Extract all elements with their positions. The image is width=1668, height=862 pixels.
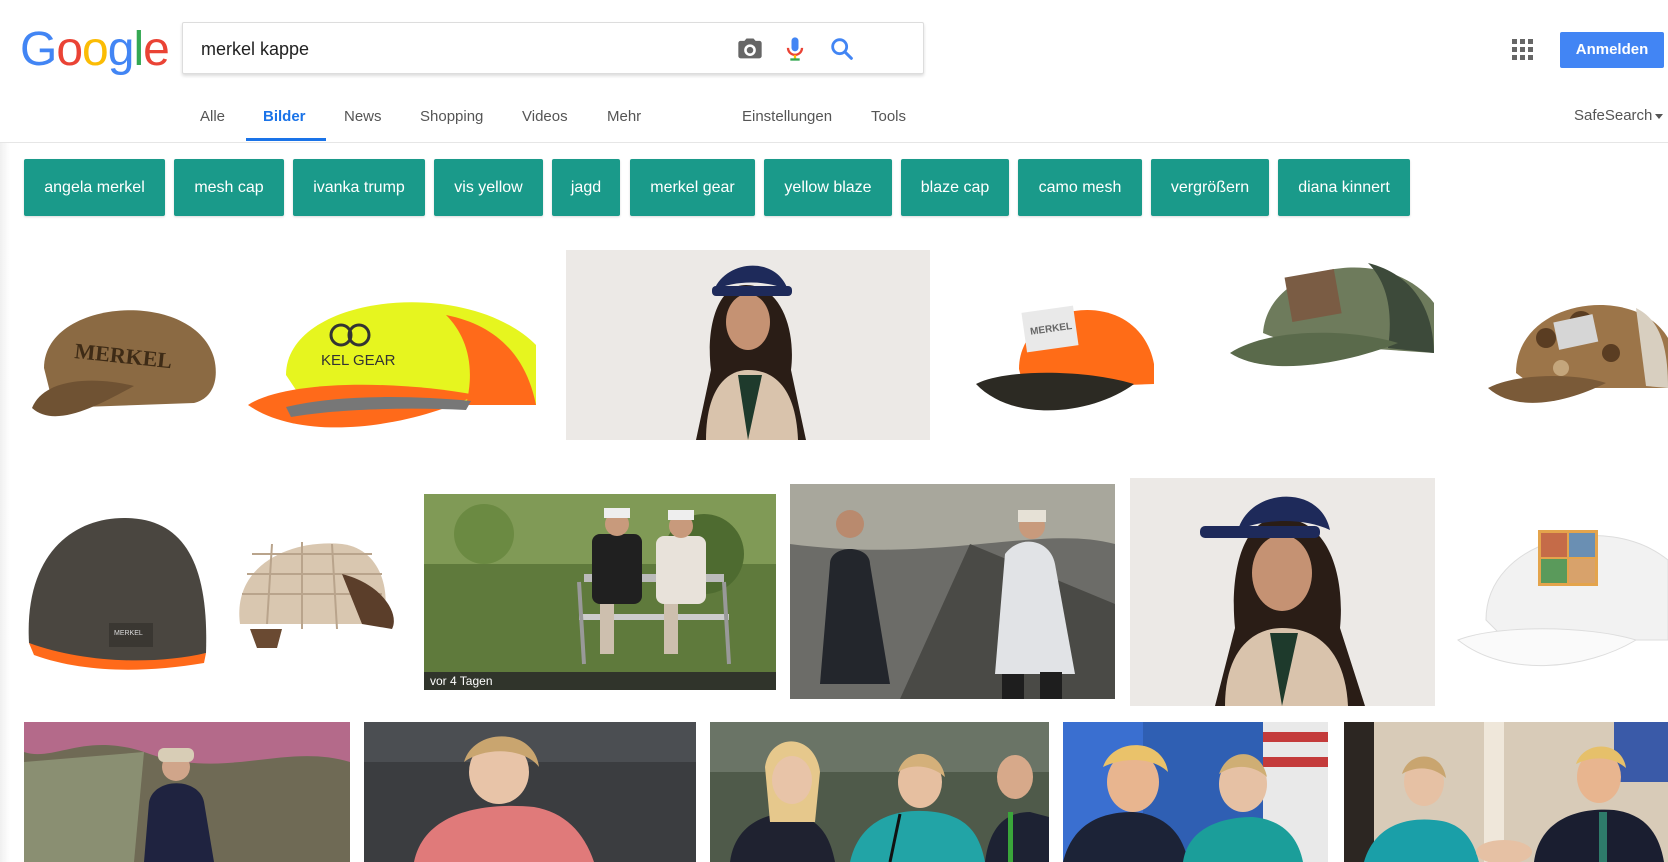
chip-yellow-blaze[interactable]: yellow blaze — [764, 159, 892, 216]
result-image[interactable]: MERKEL — [974, 274, 1162, 424]
chip-jagd[interactable]: jagd — [552, 159, 620, 216]
search-icon[interactable] — [828, 35, 856, 63]
tab-einstellungen[interactable]: Einstellungen — [742, 108, 832, 125]
svg-text:KEL GEAR: KEL GEAR — [321, 352, 396, 369]
tab-bilder[interactable]: Bilder — [263, 108, 306, 125]
chip-vergroessern[interactable]: vergrößern — [1151, 159, 1269, 216]
result-image[interactable] — [566, 250, 930, 440]
microphone-icon[interactable] — [781, 35, 809, 63]
result-image[interactable]: MERKEL — [24, 513, 210, 670]
apps-grid-icon[interactable] — [1512, 39, 1534, 61]
search-input[interactable] — [199, 23, 743, 75]
tab-news[interactable]: News — [344, 108, 382, 125]
tab-videos[interactable]: Videos — [522, 108, 568, 125]
chip-mesh-cap[interactable]: mesh cap — [174, 159, 284, 216]
google-logo[interactable]: Google — [20, 22, 170, 78]
result-time-badge: vor 4 Tagen — [424, 672, 776, 690]
result-image[interactable] — [232, 534, 400, 648]
tab-mehr[interactable]: Mehr — [607, 108, 641, 125]
chip-angela-merkel[interactable]: angela merkel — [24, 159, 165, 216]
chip-vis-yellow[interactable]: vis yellow — [434, 159, 543, 216]
signin-button[interactable]: Anmelden — [1560, 32, 1664, 68]
chip-blaze-cap[interactable]: blaze cap — [901, 159, 1009, 216]
result-image[interactable] — [790, 484, 1115, 699]
result-image[interactable] — [1130, 478, 1435, 706]
result-image[interactable] — [1228, 243, 1438, 375]
search-tabs: Alle Bilder News Shopping Videos Mehr Ei… — [0, 100, 1668, 142]
chevron-down-icon — [1655, 113, 1664, 119]
tab-shopping[interactable]: Shopping — [420, 108, 483, 125]
safesearch-dropdown[interactable]: SafeSearch — [1574, 107, 1664, 124]
chip-ivanka-trump[interactable]: ivanka trump — [293, 159, 425, 216]
svg-text:MERKEL: MERKEL — [114, 630, 143, 637]
search-box — [182, 22, 924, 75]
result-image[interactable] — [364, 722, 696, 862]
result-image[interactable] — [1344, 722, 1668, 862]
result-image[interactable] — [1486, 278, 1668, 413]
tab-tools[interactable]: Tools — [871, 108, 906, 125]
camera-icon[interactable] — [736, 35, 764, 63]
chip-merkel-gear[interactable]: merkel gear — [630, 159, 755, 216]
result-image[interactable] — [710, 722, 1049, 862]
result-image[interactable]: MERKEL — [24, 258, 220, 433]
safesearch-label: SafeSearch — [1574, 107, 1653, 124]
result-image[interactable]: vor 4 Tagen — [424, 494, 776, 690]
tab-alle[interactable]: Alle — [200, 108, 225, 125]
result-image[interactable] — [24, 722, 350, 862]
chip-diana-kinnert[interactable]: diana kinnert — [1278, 159, 1410, 216]
result-image[interactable] — [1456, 500, 1668, 678]
chip-camo-mesh[interactable]: camo mesh — [1018, 159, 1142, 216]
result-image[interactable]: KEL GEAR — [246, 255, 540, 440]
active-tab-indicator — [246, 138, 326, 141]
result-image[interactable] — [1063, 722, 1328, 862]
